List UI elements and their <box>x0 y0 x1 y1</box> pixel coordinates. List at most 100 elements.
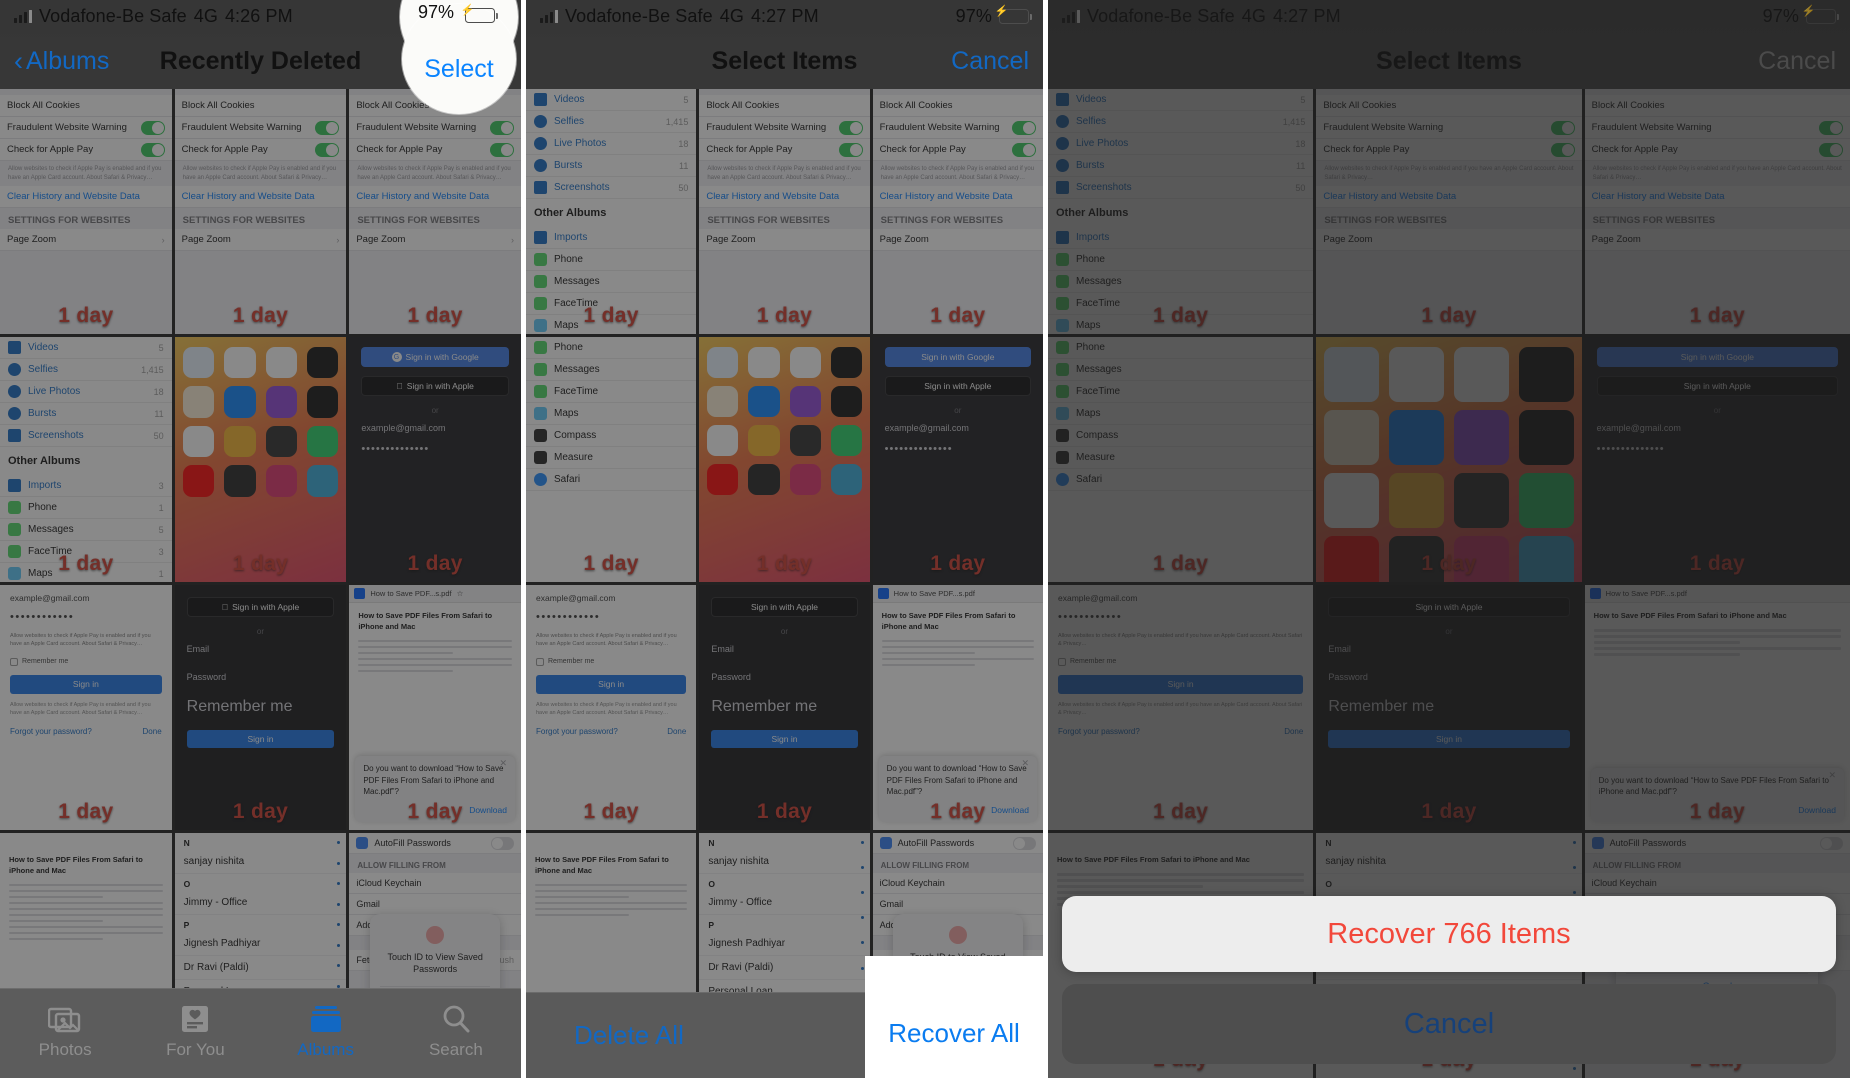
app-icon-appstore <box>224 386 256 418</box>
thumb-row-label: Maps <box>28 568 53 579</box>
app-icon-appletv <box>306 386 339 418</box>
photo-cell[interactable]: Block All Cookies Fraudulent Website War… <box>0 89 172 334</box>
contact-row[interactable]: Dr Ravi (Paldi) <box>174 956 347 980</box>
apple-signin-button[interactable]: Sign in with Apple <box>361 376 509 396</box>
photo-cell[interactable]: Block All Cookies Fraudulent Website War… <box>699 89 870 334</box>
apple-icon:  <box>222 602 228 612</box>
app-icon-instagram <box>265 465 297 497</box>
deleted-days-badge: 1 day <box>58 800 114 823</box>
contact-row[interactable]: Jignesh Padhiyar <box>174 932 347 956</box>
thumb-row-label: Page Zoom <box>7 234 57 246</box>
deleted-days-badge: 1 day <box>930 304 986 327</box>
photo-cell[interactable]: Block All Cookies Fraudulent Website War… <box>174 89 347 334</box>
photo-cell[interactable]: Block All Cookies Fraudulent Website War… <box>349 89 521 334</box>
google-signin-button[interactable]: Sign in with Google <box>884 347 1031 367</box>
photo-grid-panel1: Block All Cookies Fraudulent Website War… <box>0 89 521 1078</box>
signin-button[interactable]: Sign in <box>186 730 335 748</box>
thumb-row: Fraudulent Website Warning <box>0 117 172 139</box>
forgot-password-link[interactable]: Forgot your password? <box>10 727 92 736</box>
photo-cell[interactable]: Block All Cookies Fraudulent Website War… <box>872 89 1043 334</box>
thumb-row-label: Block All Cookies <box>356 100 430 111</box>
tab-search[interactable]: Search <box>391 1001 521 1060</box>
battery-percent-label: 97% <box>955 6 992 26</box>
close-icon[interactable]: ✕ <box>499 758 507 769</box>
tab-photos[interactable]: Photos <box>0 1001 130 1060</box>
apple-signin-button[interactable]: Sign in with Apple <box>884 376 1031 396</box>
app-icon-home <box>224 425 256 458</box>
toggle-off-icon <box>491 836 514 850</box>
deleted-days-badge: 1 day <box>583 800 639 823</box>
thumb-row-label: Fraudulent Website Warning <box>181 122 302 133</box>
google-signin-button[interactable]: G Sign in with Google <box>361 347 509 367</box>
deleted-days-badge: 1 day <box>232 552 289 575</box>
password-mask: •••••••••••••• <box>361 443 430 455</box>
network-label: 4G <box>193 6 218 26</box>
photo-cell[interactable]: Sign in with Google Sign in with Apple o… <box>872 337 1043 582</box>
thumb-row-label: Block All Cookies <box>7 100 80 111</box>
photo-cell[interactable]: example@gmail.com •••••••••••• Allow web… <box>0 585 172 830</box>
thumb-section-header: Other Albums <box>8 455 81 467</box>
app-icon-uber <box>224 465 256 497</box>
dialog-question: Do you want to download “How to Save PDF… <box>363 764 504 797</box>
thumb-row-label: Gmail <box>356 899 380 909</box>
checkbox-icon[interactable] <box>10 657 18 666</box>
apple-signin-button[interactable]: Sign in with Apple <box>186 597 335 617</box>
checkbox-icon[interactable] <box>536 657 544 666</box>
app-icon-notes <box>265 347 297 379</box>
photo-cell[interactable]: How to Save PDF...s.pdf How to Save PDF … <box>872 585 1043 830</box>
photo-cell[interactable]: Videos 5 Selfies 1,415 Live Photos 18 Burst… <box>0 337 172 582</box>
email-value: example@gmail.com <box>361 423 446 433</box>
app-icon-health <box>182 425 215 458</box>
deleted-days-badge: 1 day <box>407 304 463 327</box>
photo-cell[interactable]: Sign in with Apple or Email Password Rem… <box>699 585 870 830</box>
back-button-albums[interactable]: ‹ Albums <box>14 47 109 76</box>
close-icon[interactable]: ✕ <box>1021 758 1029 769</box>
recover-items-button[interactable]: Recover 766 Items <box>1062 896 1836 972</box>
network-label: 4G <box>719 6 744 26</box>
toggle-on-icon <box>1011 120 1036 135</box>
clock-label: 4:27 PM <box>750 6 819 26</box>
tab-for-you[interactable]: For You <box>130 1001 260 1060</box>
section-letter: P <box>183 920 190 930</box>
done-button[interactable]: Done <box>143 727 162 736</box>
photo-cell[interactable]: Videos 5 Selfies 1,415 Live Photos 18 Burst… <box>526 89 697 334</box>
email-field[interactable]: Email <box>187 644 335 654</box>
password-field[interactable]: Password <box>187 672 335 682</box>
battery-charging-icon: ⚡ <box>461 5 498 23</box>
delete-all-button[interactable]: Delete All <box>574 1020 684 1051</box>
tab-albums[interactable]: Albums <box>261 1001 391 1060</box>
deleted-days-badge: 1 day <box>930 552 986 575</box>
deleted-days-badge: 1 day <box>583 552 639 575</box>
contact-row[interactable]: Jimmy - Office <box>174 891 347 915</box>
app-icon-weather <box>182 347 215 379</box>
thumb-settings: Block All Cookies Fraudulent Website War… <box>872 89 1043 334</box>
panel-2-select-items: Videos 5 Selfies 1,415 Live Photos 18 Burst… <box>526 0 1043 1078</box>
contact-row[interactable]: sanjay nishita <box>174 850 347 874</box>
back-button-label: Albums <box>26 46 110 75</box>
app-icon-clock <box>224 347 256 379</box>
photo-cell[interactable]: GSign in with Google Sign in with Apple… <box>349 337 521 582</box>
apple-signin-button[interactable]: Sign in with Apple <box>711 597 858 617</box>
app-icon-podcasts <box>265 386 297 418</box>
thumb-homescreen <box>699 337 870 582</box>
cancel-button[interactable]: Cancel <box>1062 984 1836 1064</box>
thumb-row: Block All Cookies <box>0 95 172 117</box>
app-icon-books <box>182 386 215 418</box>
star-icon[interactable]: ☆ <box>457 589 464 598</box>
photo-cell[interactable]: 1 day <box>699 337 870 582</box>
section-letter: N <box>183 838 190 848</box>
cancel-button[interactable]: Cancel <box>951 47 1029 76</box>
photo-cell[interactable]: How to Save PDF...s.pdf ☆ How to Save PDF… <box>349 585 521 830</box>
thumb-login-form: example@gmail.com •••••••••••• Allow web… <box>0 585 172 830</box>
photo-cell[interactable]: Sign in with Apple or Email Password Re… <box>174 585 347 830</box>
thumb-albums: Videos 5 Selfies 1,415 Live Photos 18 Burst… <box>0 337 172 582</box>
recover-all-button-highlight[interactable]: Recover All <box>865 956 1043 1078</box>
thumb-link: Clear History and Website Data <box>181 191 315 203</box>
thumb-settings: Block All Cookies Fraudulent Website War… <box>349 89 521 334</box>
thumb-row-label: Videos <box>28 342 59 353</box>
photo-cell[interactable]: 1 day <box>174 337 347 582</box>
photo-cell[interactable]: Phone Messages FaceTime Maps Compass Mea… <box>526 337 697 582</box>
photo-cell[interactable]: example@gmail.com •••••••••••• Allow web… <box>526 585 697 830</box>
clock-label: 4:26 PM <box>224 6 293 26</box>
signin-button[interactable]: Sign in <box>10 674 162 694</box>
